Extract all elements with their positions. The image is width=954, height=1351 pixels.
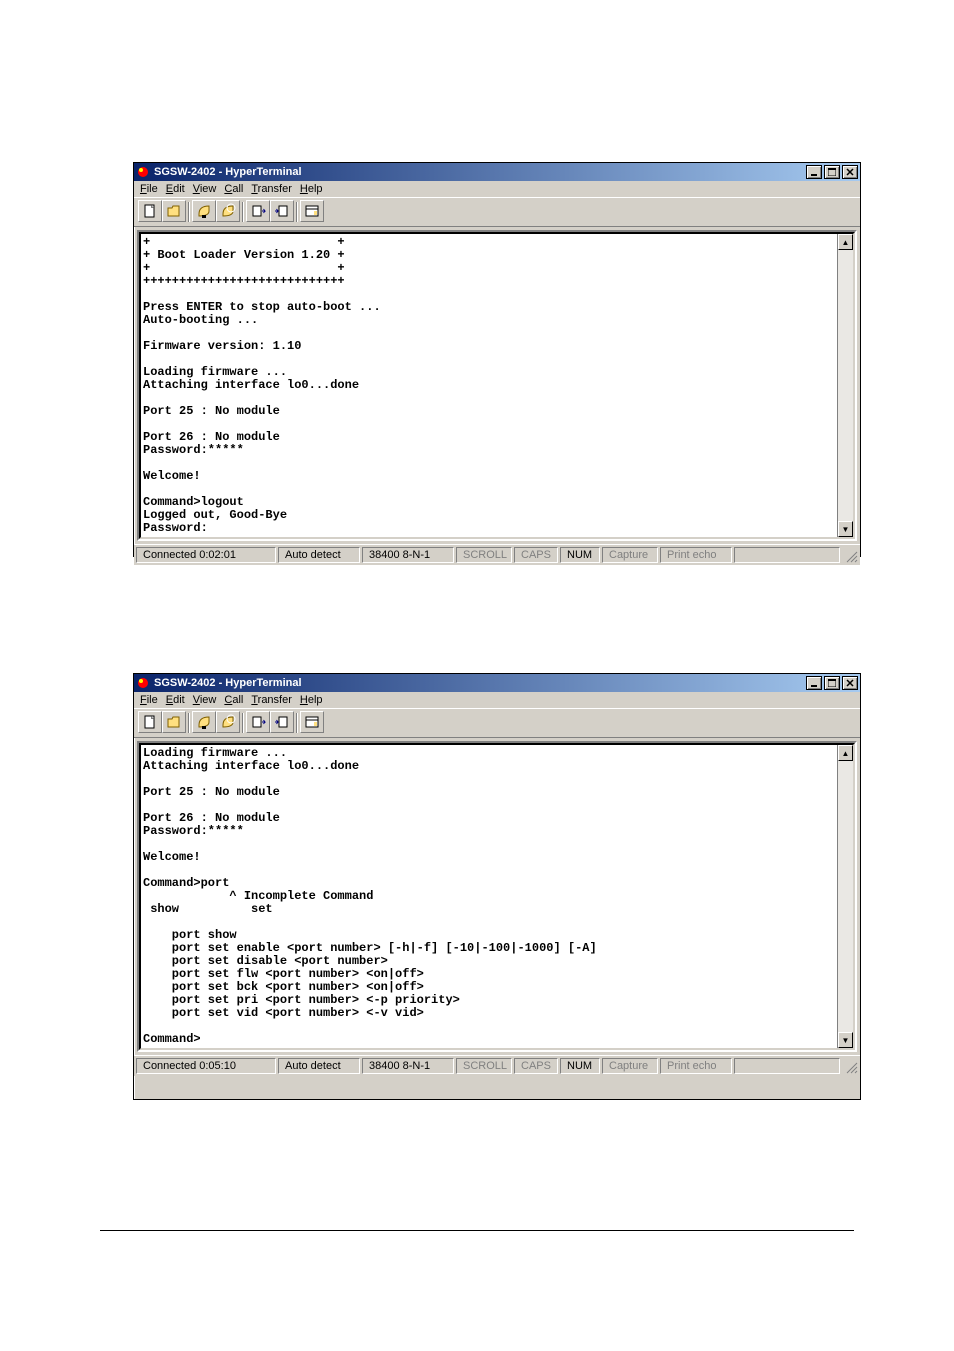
status-spacer [734, 547, 840, 563]
status-caps: CAPS [514, 1058, 558, 1074]
menu-transfer[interactable]: Transfer [251, 183, 292, 195]
status-port-settings: 38400 8-N-1 [362, 547, 454, 563]
menu-edit[interactable]: Edit [166, 183, 185, 195]
scroll-down-button[interactable]: ▼ [838, 521, 853, 537]
resize-grip[interactable] [842, 1058, 858, 1074]
new-button[interactable] [138, 711, 162, 733]
status-port-settings: 38400 8-N-1 [362, 1058, 454, 1074]
status-printecho: Print echo [660, 547, 732, 563]
close-button[interactable] [842, 676, 858, 690]
menu-file[interactable]: File [140, 694, 158, 706]
scrollbar[interactable]: ▲ ▼ [837, 745, 853, 1048]
window-title: SGSW-2402 - HyperTerminal [154, 677, 806, 689]
properties-button[interactable] [300, 200, 324, 222]
menu-view[interactable]: View [193, 183, 217, 195]
status-connected: Connected 0:02:01 [136, 547, 276, 563]
receive-button[interactable] [270, 200, 294, 222]
scroll-track[interactable] [838, 250, 853, 521]
window-title: SGSW-2402 - HyperTerminal [154, 166, 806, 178]
properties-button[interactable] [300, 711, 324, 733]
receive-button[interactable] [270, 711, 294, 733]
scrollbar[interactable]: ▲ ▼ [837, 234, 853, 537]
maximize-button[interactable] [824, 165, 840, 179]
status-capture: Capture [602, 547, 658, 563]
menubar: File Edit View Call Transfer Help [134, 181, 860, 197]
terminal-output[interactable]: + + + Boot Loader Version 1.20 + + + +++… [141, 234, 837, 537]
terminal-frame: + + + Boot Loader Version 1.20 + + + +++… [137, 230, 857, 541]
open-button[interactable] [162, 711, 186, 733]
minimize-button[interactable] [806, 165, 822, 179]
hyperterminal-window-2: SGSW-2402 - HyperTerminal File Edit View… [133, 673, 861, 1100]
separator [188, 713, 190, 733]
connect-button[interactable] [192, 200, 216, 222]
separator [242, 202, 244, 222]
scroll-down-button[interactable]: ▼ [838, 1032, 853, 1048]
send-button[interactable] [246, 200, 270, 222]
disconnect-button[interactable] [216, 711, 240, 733]
menubar: File Edit View Call Transfer Help [134, 692, 860, 708]
minimize-button[interactable] [806, 676, 822, 690]
status-connected: Connected 0:05:10 [136, 1058, 276, 1074]
menu-transfer[interactable]: Transfer [251, 694, 292, 706]
scroll-up-button[interactable]: ▲ [838, 234, 853, 250]
menu-help[interactable]: Help [300, 183, 323, 195]
status-autodetect: Auto detect [278, 547, 360, 563]
terminal-output[interactable]: Loading firmware ... Attaching interface… [141, 745, 837, 1048]
scroll-track[interactable] [838, 761, 853, 1032]
open-button[interactable] [162, 200, 186, 222]
titlebar: SGSW-2402 - HyperTerminal [134, 674, 860, 692]
status-printecho: Print echo [660, 1058, 732, 1074]
page-footer-line [100, 1230, 854, 1231]
app-icon [136, 676, 150, 690]
menu-call[interactable]: Call [224, 183, 243, 195]
title-buttons [806, 676, 858, 690]
status-spacer [734, 1058, 840, 1074]
separator [188, 202, 190, 222]
menu-call[interactable]: Call [224, 694, 243, 706]
menu-help[interactable]: Help [300, 694, 323, 706]
status-autodetect: Auto detect [278, 1058, 360, 1074]
terminal-frame: Loading firmware ... Attaching interface… [137, 741, 857, 1052]
statusbar: Connected 0:05:10 Auto detect 38400 8-N-… [134, 1055, 860, 1076]
status-num: NUM [560, 547, 600, 563]
separator [296, 202, 298, 222]
hyperterminal-window-1: SGSW-2402 - HyperTerminal File Edit View… [133, 162, 861, 557]
send-button[interactable] [246, 711, 270, 733]
status-capture: Capture [602, 1058, 658, 1074]
toolbar [134, 708, 860, 738]
title-buttons [806, 165, 858, 179]
scroll-up-button[interactable]: ▲ [838, 745, 853, 761]
titlebar: SGSW-2402 - HyperTerminal [134, 163, 860, 181]
status-caps: CAPS [514, 547, 558, 563]
resize-grip[interactable] [842, 547, 858, 563]
status-scroll: SCROLL [456, 547, 512, 563]
separator [296, 713, 298, 733]
separator [242, 713, 244, 733]
close-button[interactable] [842, 165, 858, 179]
statusbar: Connected 0:02:01 Auto detect 38400 8-N-… [134, 544, 860, 565]
new-button[interactable] [138, 200, 162, 222]
connect-button[interactable] [192, 711, 216, 733]
disconnect-button[interactable] [216, 200, 240, 222]
maximize-button[interactable] [824, 676, 840, 690]
menu-view[interactable]: View [193, 694, 217, 706]
status-scroll: SCROLL [456, 1058, 512, 1074]
menu-edit[interactable]: Edit [166, 694, 185, 706]
status-num: NUM [560, 1058, 600, 1074]
menu-file[interactable]: File [140, 183, 158, 195]
toolbar [134, 197, 860, 227]
app-icon [136, 165, 150, 179]
